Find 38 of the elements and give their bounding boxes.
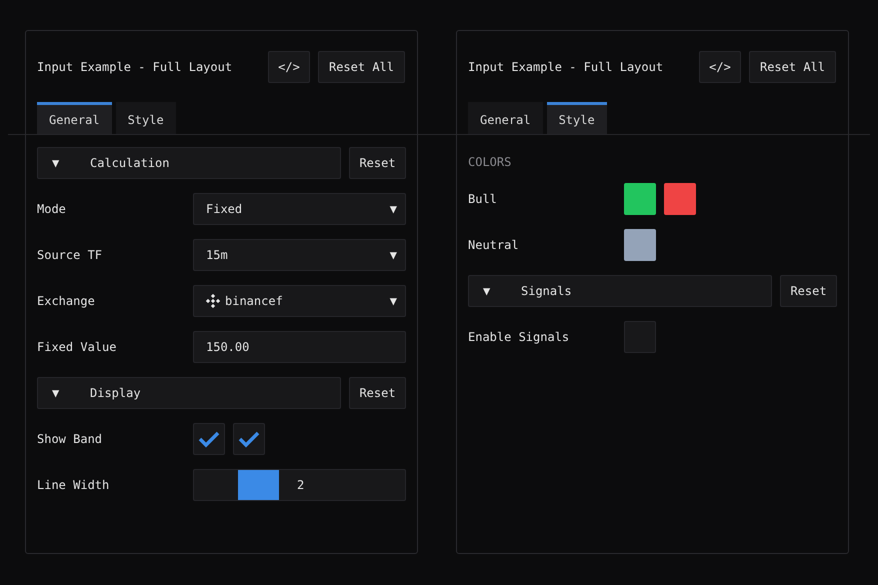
field-label: Exchange xyxy=(37,294,96,308)
tab[interactable]: Style xyxy=(116,102,176,134)
checkbox[interactable] xyxy=(624,321,656,353)
field-label: Neutral xyxy=(468,238,520,252)
checkbox[interactable] xyxy=(233,423,265,455)
section-header[interactable]: ▼ Signals xyxy=(468,275,772,307)
color-swatch[interactable] xyxy=(624,183,656,215)
field-label: Line Width xyxy=(37,478,110,492)
reset-all-button[interactable]: Reset All xyxy=(748,51,836,83)
tab[interactable]: Style xyxy=(546,102,607,134)
slider-thumb[interactable] xyxy=(238,470,279,500)
code-button[interactable]: </> xyxy=(698,51,741,83)
number-field[interactable]: 150.00 xyxy=(193,331,406,363)
field-label: Mode xyxy=(37,202,67,216)
field-label: Show Band xyxy=(37,432,104,446)
tab[interactable]: General xyxy=(37,102,112,134)
panel-title: Input Example - Full Layout xyxy=(37,60,234,74)
field-label: Bull xyxy=(468,192,498,206)
slider-value: 2 xyxy=(297,478,304,492)
field-label: Fixed Value xyxy=(37,340,118,354)
code-button[interactable]: </> xyxy=(268,51,310,83)
dropdown[interactable]: Fixed ▼ xyxy=(193,193,406,225)
checkbox[interactable] xyxy=(193,423,225,455)
reset-button[interactable]: Reset xyxy=(349,147,406,179)
section-header[interactable]: ▼ Calculation xyxy=(37,147,341,179)
section-header[interactable]: ▼ Display xyxy=(37,377,341,409)
color-swatch[interactable] xyxy=(664,183,696,215)
dropdown[interactable]: 15m ▼ xyxy=(193,239,406,271)
color-swatch[interactable] xyxy=(624,229,656,261)
reset-button[interactable]: Reset xyxy=(349,377,406,409)
tab[interactable]: General xyxy=(468,102,543,134)
field-label: Enable Signals xyxy=(468,330,570,344)
field-label: Source TF xyxy=(37,248,104,262)
section-heading: COLORS xyxy=(468,155,512,169)
reset-all-button[interactable]: Reset All xyxy=(318,51,405,83)
reset-button[interactable]: Reset xyxy=(780,275,837,307)
panel-title: Input Example - Full Layout xyxy=(468,60,664,74)
dropdown[interactable]: binancef ▼ xyxy=(193,285,406,317)
